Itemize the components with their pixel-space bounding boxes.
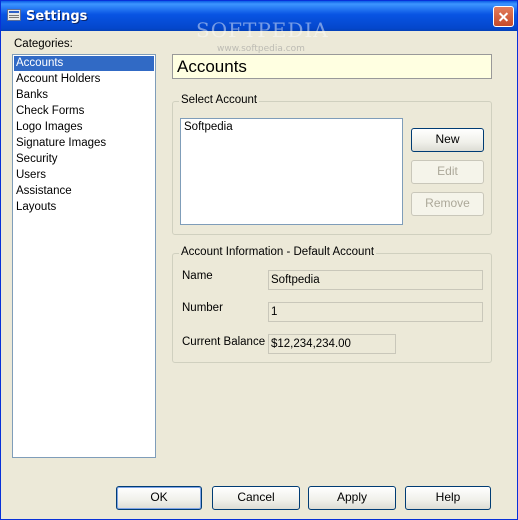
watermark: SOFTPEDIA [196, 18, 329, 42]
account-info-title: Account Information - Default Account [179, 246, 377, 258]
category-item-assistance[interactable]: Assistance [14, 184, 154, 199]
name-field: Softpedia [268, 270, 483, 290]
ok-button[interactable]: OK [116, 486, 202, 510]
categories-list[interactable]: Accounts Account Holders Banks Check For… [12, 54, 156, 458]
balance-field: $12,234,234.00 [268, 334, 396, 354]
category-item-account-holders[interactable]: Account Holders [14, 72, 154, 87]
category-item-layouts[interactable]: Layouts [14, 200, 154, 215]
help-button[interactable]: Help [405, 486, 491, 510]
category-item-check-forms[interactable]: Check Forms [14, 104, 154, 119]
app-icon [7, 9, 21, 21]
category-item-banks[interactable]: Banks [14, 88, 154, 103]
settings-dialog: Settings SOFTPEDIA www.softpedia.com Cat… [0, 0, 518, 520]
category-item-security[interactable]: Security [14, 152, 154, 167]
categories-label: Categories: [14, 38, 73, 50]
category-item-logo-images[interactable]: Logo Images [14, 120, 154, 135]
section-header: Accounts [172, 54, 492, 79]
number-label: Number [182, 302, 223, 314]
category-item-users[interactable]: Users [14, 168, 154, 183]
name-label: Name [182, 270, 213, 282]
window-title: Settings [26, 9, 88, 24]
edit-button[interactable]: Edit [411, 160, 484, 184]
remove-button[interactable]: Remove [411, 192, 484, 216]
new-button[interactable]: New [411, 128, 484, 152]
category-item-signature-images[interactable]: Signature Images [14, 136, 154, 151]
title-bar[interactable]: Settings SOFTPEDIA [1, 1, 517, 42]
watermark-url: www.softpedia.com [217, 44, 305, 54]
account-list[interactable]: Softpedia [180, 118, 403, 225]
account-list-item[interactable]: Softpedia [184, 121, 233, 133]
select-account-title: Select Account [179, 94, 260, 106]
apply-button[interactable]: Apply [308, 486, 396, 510]
balance-label: Current Balance [182, 336, 266, 348]
close-icon[interactable] [493, 6, 514, 27]
category-item-accounts[interactable]: Accounts [14, 56, 154, 71]
cancel-button[interactable]: Cancel [212, 486, 300, 510]
number-field: 1 [268, 302, 483, 322]
